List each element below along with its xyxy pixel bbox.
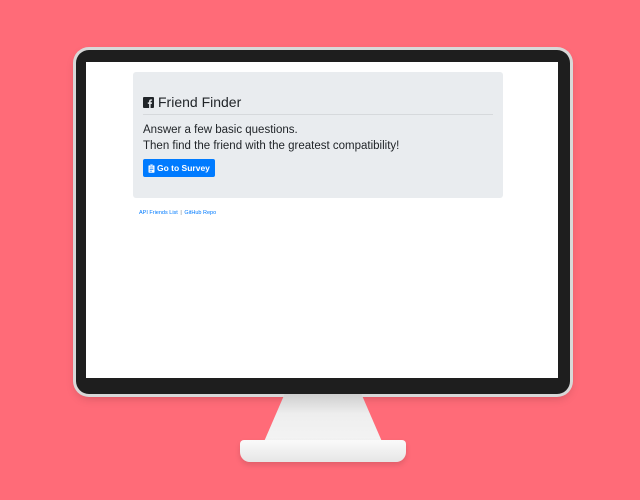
footer-separator: |	[180, 210, 182, 216]
api-friends-list-link[interactable]: API Friends List	[139, 210, 178, 216]
facebook-icon	[143, 96, 154, 108]
intro-line-2: Then find the friend with the greatest c…	[143, 140, 400, 152]
page-title-text: Friend Finder	[158, 94, 242, 110]
github-repo-link[interactable]: GitHub Repo	[184, 210, 216, 216]
browser-screen: Friend Finder Answer a few basic questio…	[86, 62, 558, 378]
monitor-stand-neck	[263, 394, 383, 444]
clipboard-icon	[148, 163, 155, 173]
go-to-survey-button[interactable]: Go to Survey	[143, 159, 215, 177]
monitor: Friend Finder Answer a few basic questio…	[76, 50, 570, 394]
footer-links: API Friends List | GitHub Repo	[139, 210, 216, 216]
jumbotron: Friend Finder Answer a few basic questio…	[133, 72, 503, 198]
page-title: Friend Finder	[143, 94, 241, 110]
title-divider	[143, 114, 493, 115]
go-to-survey-label: Go to Survey	[157, 163, 210, 173]
intro-line-1: Answer a few basic questions.	[143, 124, 298, 136]
monitor-stand-base	[240, 440, 406, 462]
intro-text: Answer a few basic questions. Then find …	[143, 122, 399, 154]
